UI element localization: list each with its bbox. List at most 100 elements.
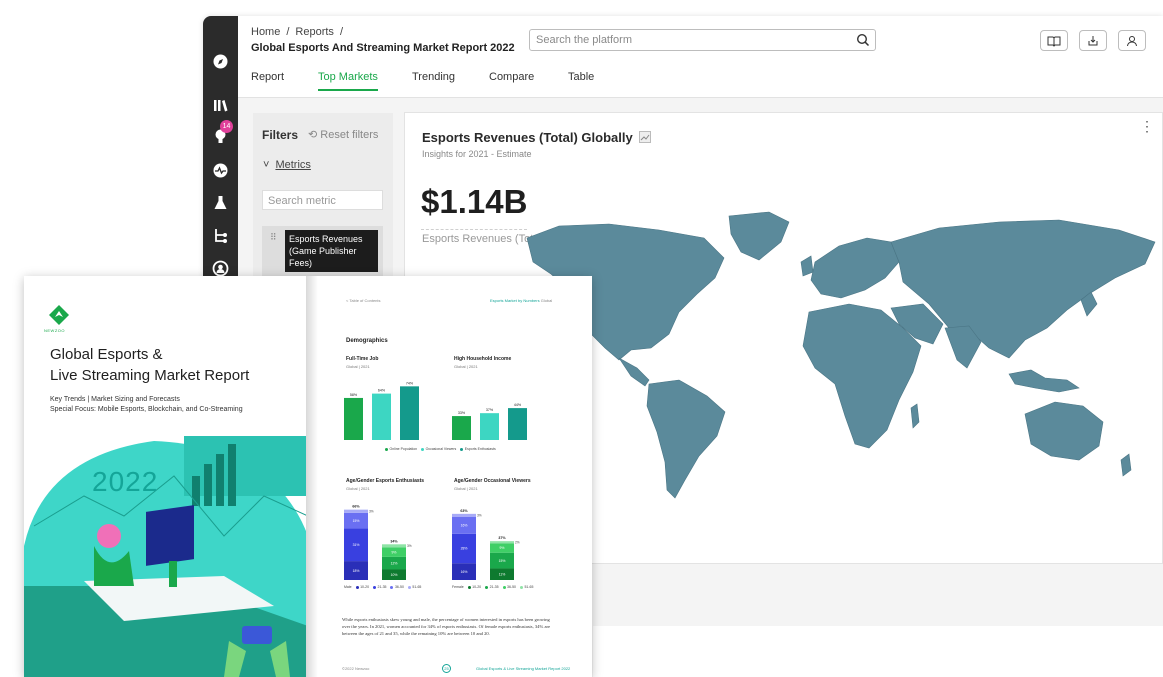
account-button[interactable] — [1118, 30, 1146, 51]
platform-search — [529, 29, 876, 51]
search-input[interactable] — [530, 30, 840, 50]
stack-total-label: 63% — [460, 509, 468, 513]
cover-subtitle: Key Trends | Market Sizing and Forecasts… — [50, 395, 243, 415]
bar-value-label: 44% — [514, 403, 522, 407]
search-icon[interactable] — [856, 33, 870, 47]
compass-icon[interactable] — [211, 52, 230, 71]
footer-page-number: 25 — [442, 664, 451, 673]
breadcrumb-separator: / — [286, 26, 290, 38]
segment-label: 10% — [391, 573, 398, 577]
report-booklet[interactable]: NEWZOO Global Esports & Live Streaming M… — [24, 276, 592, 677]
map-region-central-america — [618, 357, 650, 387]
stacked-segment — [452, 513, 476, 517]
cover-illustration — [24, 436, 308, 677]
flask-icon[interactable] — [211, 193, 230, 212]
chart-legend-top: Online Population Occasional Viewers Esp… — [382, 447, 496, 451]
user-icon — [1127, 36, 1137, 47]
page-heading: Demographics — [346, 338, 388, 344]
stack-total-label: 66% — [352, 505, 360, 509]
legend-swatch — [355, 585, 359, 589]
booklet-cover: NEWZOO Global Esports & Live Streaming M… — [24, 276, 308, 677]
bar-value-label: 58% — [350, 393, 358, 397]
bar-value-label: 64% — [378, 389, 386, 393]
stack-total-label: 37% — [498, 536, 506, 540]
segment-label: 28% — [461, 547, 468, 551]
more-options-icon[interactable]: ⋮ — [1140, 119, 1154, 133]
segment-label: 3% — [407, 544, 412, 548]
legend-label: 51-65 — [412, 585, 422, 589]
legend-label: Esports Enthusiasts — [464, 447, 496, 451]
segment-label: 12% — [391, 561, 398, 565]
library-icon[interactable] — [211, 96, 230, 115]
pulse-icon[interactable] — [211, 161, 230, 180]
chart3-title: Age/Gender Esports Enthusiasts — [346, 478, 425, 484]
tab-trending[interactable]: Trending — [412, 71, 455, 89]
reset-filters-button[interactable]: ⟲ Reset filters — [308, 128, 378, 141]
chart-icon[interactable] — [639, 131, 652, 143]
download-button[interactable] — [1079, 30, 1107, 51]
cover-title-line-2: Live Streaming Market Report — [50, 367, 250, 384]
chart4-subtitle: Global | 2021 — [454, 486, 478, 491]
tab-compare[interactable]: Compare — [489, 71, 534, 89]
legend-label: 21-35 — [377, 585, 387, 589]
app-footer-area — [593, 626, 1163, 677]
chart1-title: Full-Time Job — [346, 356, 379, 362]
metrics-toggle[interactable]: ˅ Metrics — [263, 159, 311, 171]
chart2-subtitle: Global | 2021 — [454, 364, 478, 369]
reset-filters-label: Reset filters — [320, 129, 379, 141]
bar — [452, 416, 471, 440]
legend-group-label: Female — [452, 585, 464, 589]
segment-label: 9% — [392, 550, 397, 554]
chevron-down-icon: ˅ — [263, 159, 270, 171]
tab-table[interactable]: Table — [568, 71, 594, 89]
hierarchy-icon[interactable] — [211, 226, 230, 245]
selected-metric[interactable]: Esports Revenues (Game Publisher Fees) — [285, 230, 378, 272]
legend-swatch — [460, 447, 464, 451]
legend-swatch — [519, 585, 523, 589]
breadcrumb-reports[interactable]: Reports — [295, 26, 334, 38]
toc-link[interactable]: < Table of Contents — [346, 298, 381, 303]
metric-list-item[interactable]: ⠿ Esports Revenues (Game Publisher Fees) — [262, 226, 383, 276]
booklet-spine — [306, 276, 318, 677]
cover-title-line-1: Global Esports & — [50, 346, 163, 363]
breadcrumb-home[interactable]: Home — [251, 26, 280, 38]
segment-label: 2% — [515, 540, 520, 544]
download-icon — [1088, 36, 1098, 46]
metric-search-input[interactable] — [263, 192, 382, 210]
cover-subtitle-line-1: Key Trends | Market Sizing and Forecasts — [50, 396, 180, 403]
section-link-text: Esports Market by Numbers — [490, 298, 540, 303]
segment-label: 16% — [461, 570, 468, 574]
open-book-button[interactable] — [1040, 30, 1068, 51]
breadcrumb: Home / Reports / — [251, 26, 349, 38]
stacked-segment — [344, 509, 368, 513]
bar — [480, 413, 499, 440]
card-title-text: Esports Revenues (Total) Globally — [422, 130, 633, 145]
segment-label: 3% — [477, 514, 482, 518]
metric-value: $1.14B — [421, 183, 528, 230]
world-map[interactable] — [519, 208, 1163, 503]
footer-report-title: Global Esports & Live Streaming Market R… — [476, 666, 571, 671]
drag-handle-icon[interactable]: ⠿ — [270, 232, 277, 243]
top-bar: Home / Reports / Global Esports And Streami… — [238, 16, 1163, 98]
enthusiasts-age-gender-chart: 18% 31% 15% 3% 66% 10% 12% 9% 3% 34% — [344, 505, 412, 580]
legend-label: Occasional Viewers — [425, 447, 457, 451]
booklet-inner-page: < Table of Contents Esports Market by Nu… — [318, 276, 592, 677]
legend-label: 10-20 — [360, 585, 370, 589]
legend-swatch — [385, 447, 388, 451]
tab-top-markets[interactable]: Top Markets — [318, 71, 378, 91]
section-link[interactable]: Esports Market by Numbers Global — [490, 298, 552, 303]
segment-label: 15% — [499, 559, 506, 563]
legend-group-label: Male — [344, 585, 352, 589]
stack-total-label: 34% — [390, 539, 398, 543]
map-region-new-zealand — [1120, 453, 1132, 477]
metric-search — [262, 190, 383, 210]
segment-label: 31% — [353, 543, 360, 547]
legend-label: 21-35 — [489, 585, 499, 589]
segment-label: 15% — [353, 519, 360, 523]
footer-copyright: ©2022 Newzoo — [342, 666, 370, 671]
app-background-strip — [593, 568, 1163, 626]
tab-report[interactable]: Report — [251, 71, 284, 89]
card-title: Esports Revenues (Total) Globally — [422, 130, 652, 145]
metrics-label: Metrics — [275, 159, 311, 171]
chart-legend-male: Male 10-20 21-35 36-50 51-65 — [344, 585, 421, 589]
